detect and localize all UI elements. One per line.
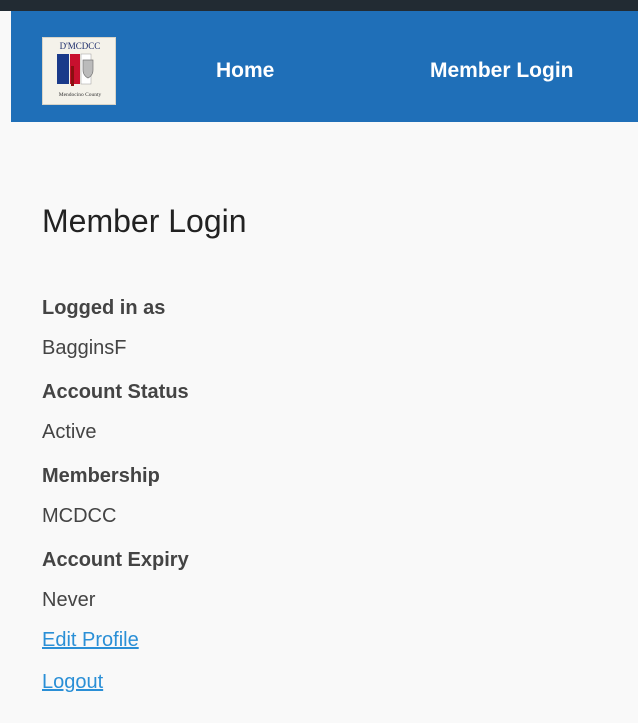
nav-member-login-link[interactable]: Member Login xyxy=(430,59,574,83)
logo-text-top: D'MCDCC xyxy=(60,41,101,51)
account-expiry-label: Account Expiry xyxy=(42,549,189,571)
window-top-strip xyxy=(0,0,638,11)
logo-text-bottom: Mendocino County xyxy=(59,92,102,98)
account-status-label: Account Status xyxy=(42,381,189,403)
mcdcc-logo-icon[interactable]: D'MCDCC Mendocino County xyxy=(42,37,116,105)
membership-value: MCDCC xyxy=(42,505,117,527)
logout-link[interactable]: Logout xyxy=(42,671,103,694)
logged-in-as-value: BagginsF xyxy=(42,337,127,359)
edit-profile-link[interactable]: Edit Profile xyxy=(42,629,139,652)
account-expiry-value: Never xyxy=(42,589,96,611)
navbar: D'MCDCC Mendocino County Home Member Log… xyxy=(11,11,638,122)
account-status-value: Active xyxy=(42,421,97,443)
page-title: Member Login xyxy=(42,203,247,239)
nav-home-link[interactable]: Home xyxy=(216,59,274,83)
logged-in-as-label: Logged in as xyxy=(42,297,166,319)
membership-label: Membership xyxy=(42,465,160,487)
